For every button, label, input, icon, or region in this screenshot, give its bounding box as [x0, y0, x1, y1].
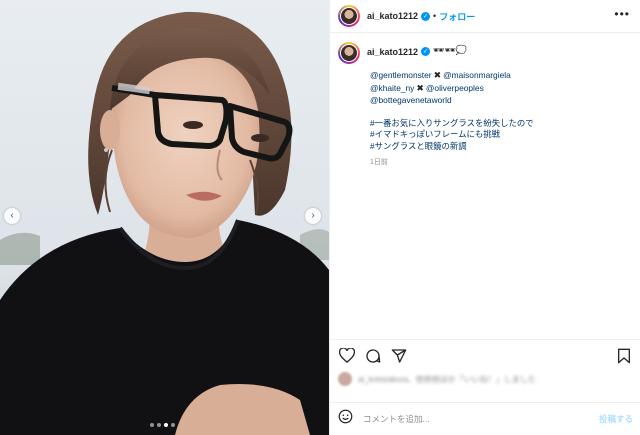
carousel-dot: [171, 423, 175, 427]
heart-icon[interactable]: [338, 347, 356, 365]
carousel-dot: [164, 423, 168, 427]
avatar[interactable]: [338, 42, 360, 64]
caption-text: @gentlemonster ✖ @maisonmargiela @khaite_ny…: [370, 70, 632, 153]
post-side-panel: ai_kato1212 ✓ • フォロー ••• ai_kato1212 ✓ 🕶…: [329, 0, 640, 435]
comment-input[interactable]: [363, 414, 599, 424]
comment-bar: 投稿する: [330, 402, 640, 435]
carousel-indicator: [150, 423, 175, 427]
carousel-dot: [150, 423, 154, 427]
post-photo[interactable]: ‹ ›: [0, 0, 329, 435]
mention-link[interactable]: @khaite_ny: [370, 83, 414, 93]
portrait-illustration: [0, 0, 329, 435]
avatar: [338, 372, 352, 386]
send-icon[interactable]: [390, 347, 408, 365]
post-header: ai_kato1212 ✓ • フォロー •••: [330, 0, 640, 33]
likes-summary[interactable]: ai_kotozakura、他他他ほか「いいね！」しました: [338, 372, 536, 386]
bookmark-icon[interactable]: [615, 347, 633, 365]
caption-mention-line: @khaite_ny ✖ @oliverpeoples: [370, 83, 632, 96]
mention-link[interactable]: @maisonmargiela: [443, 70, 511, 80]
cross-mark-icon: ✖: [433, 71, 442, 81]
avatar[interactable]: [338, 5, 360, 27]
mention-link[interactable]: @gentlemonster: [370, 70, 432, 80]
carousel-prev-button[interactable]: ‹: [4, 208, 20, 224]
more-horizontal-icon[interactable]: •••: [614, 8, 630, 20]
follow-button[interactable]: フォロー: [439, 10, 475, 23]
hashtag-link[interactable]: #サングラスと眼鏡の新調: [370, 141, 632, 153]
verified-badge-icon: ✓: [421, 47, 431, 56]
header-separator: •: [433, 11, 437, 21]
cross-mark-icon: ✖: [416, 83, 424, 94]
header-username[interactable]: ai_kato1212: [367, 11, 418, 21]
caption-username[interactable]: ai_kato1212: [367, 47, 418, 57]
comment-icon[interactable]: [364, 347, 382, 365]
carousel-dot: [157, 423, 161, 427]
mention-link[interactable]: @bottegavenetaworld: [370, 95, 632, 107]
likes-text: ai_kotozakura、他他他ほか「いいね！」しました: [358, 374, 536, 384]
post-comment-button[interactable]: 投稿する: [599, 413, 633, 425]
hashtag-link[interactable]: #イマドキっぽいフレームにも挑戦: [370, 129, 632, 141]
post-timestamp[interactable]: 1日前: [370, 157, 632, 167]
caption-mention-line: @gentlemonster ✖ @maisonmargiela: [370, 70, 632, 83]
caption: ai_kato1212 ✓ 🕶🕶💭 @gentlemonster ✖ @maison…: [330, 33, 640, 167]
caption-emoji: 🕶🕶💭: [433, 46, 468, 56]
verified-badge-icon: ✓: [421, 11, 431, 21]
mention-link[interactable]: @oliverpeoples: [426, 83, 484, 93]
chevron-right-icon: ›: [311, 210, 315, 221]
carousel-next-button[interactable]: ›: [305, 208, 321, 224]
smiley-icon[interactable]: [338, 409, 353, 429]
chevron-left-icon: ‹: [10, 210, 14, 221]
post-actions: [330, 339, 640, 371]
hashtag-link[interactable]: #一番お気に入りサングラスを紛失したので: [370, 118, 632, 130]
